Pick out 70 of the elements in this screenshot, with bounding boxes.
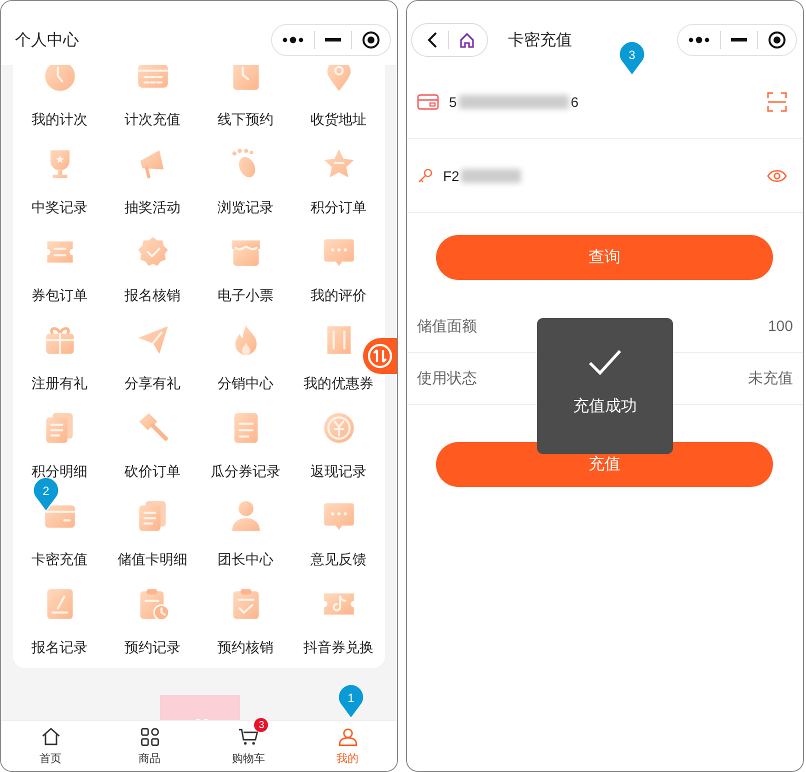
tab-bar-item[interactable]: 购物车 3	[199, 721, 298, 771]
info-label: 使用状态	[417, 369, 477, 388]
back-icon[interactable]	[426, 31, 438, 49]
menu-item-label[interactable]: 意见反馈	[310, 549, 366, 569]
tab-bar-item[interactable]: 商品	[100, 721, 199, 771]
menu-item-label[interactable]: 报名核销	[124, 285, 180, 305]
info-value: 100	[768, 318, 793, 335]
menu-item-label[interactable]: 分销中心	[218, 373, 274, 393]
menu-item-label[interactable]: 计次充值	[124, 109, 180, 129]
menu-item-label[interactable]: 报名记录	[32, 637, 88, 657]
menu-item-label[interactable]: 我的评价	[310, 285, 366, 305]
menu-item-label[interactable]: 砍价订单	[124, 461, 180, 481]
menu-item-label[interactable]: 电子小票	[218, 285, 274, 305]
page-title: 个人中心	[15, 30, 80, 50]
more-icon[interactable]	[688, 35, 710, 45]
menu-item-label[interactable]: 抖音券兑换	[304, 637, 374, 657]
person-icon	[336, 726, 358, 748]
menu-item-label[interactable]: 分享有礼	[124, 373, 180, 393]
close-icon[interactable]	[362, 31, 380, 49]
card-icon	[417, 94, 439, 110]
pin-number-label: 1	[346, 690, 356, 707]
cart-icon	[238, 726, 260, 748]
menu-item-label[interactable]: 瓜分券记录	[210, 461, 280, 481]
home-icon	[40, 726, 62, 748]
page-title: 卡密充值	[508, 30, 573, 50]
info-value: 未充值	[748, 369, 793, 388]
menu-item-label[interactable]: 卡密充值	[32, 549, 88, 569]
blurred-text	[461, 168, 522, 182]
menu-item-label[interactable]: 券包订单	[32, 285, 88, 305]
menu-item-label[interactable]: 预约核销	[218, 637, 274, 657]
annotation-pin-tooltip	[31, 476, 61, 512]
more-icon[interactable]	[282, 35, 304, 45]
menu-item-label[interactable]: 浏览记录	[218, 197, 274, 217]
minimize-icon[interactable]	[325, 38, 341, 42]
yen-coin-icon[interactable]	[322, 411, 356, 445]
toast-message: 充值成功	[573, 396, 637, 417]
menu-item-label[interactable]: 积分订单	[310, 197, 366, 217]
password-field[interactable]: F2	[443, 168, 757, 184]
clock-icon[interactable]	[42, 65, 76, 93]
menu-item-label[interactable]: 注册有礼	[32, 373, 88, 393]
menu-item-label[interactable]: 积分明细	[32, 461, 88, 481]
card-number-field[interactable]: 5 6	[449, 94, 757, 110]
home-icon[interactable]	[459, 32, 475, 48]
field-value: F2	[443, 168, 460, 184]
swap-icon	[367, 343, 393, 369]
menu-item-label[interactable]: 收货地址	[310, 109, 366, 129]
close-icon[interactable]	[768, 31, 786, 49]
menu-item-label[interactable]: 返现记录	[310, 461, 366, 481]
menu-item-label[interactable]: 线下预约	[218, 109, 274, 129]
field-value: 6	[570, 94, 579, 110]
menu-item-label[interactable]: 抽奖活动	[124, 197, 180, 217]
menu-item-label[interactable]: 我的计次	[32, 109, 88, 129]
menu-item-label[interactable]: 储值卡明细	[118, 549, 188, 569]
menu-item-label[interactable]: 团长中心	[218, 549, 274, 569]
key-icon	[417, 168, 433, 184]
badge-check-icon[interactable]	[136, 235, 170, 269]
eye-icon[interactable]	[767, 168, 787, 182]
tab-bar-item[interactable]: 首页	[1, 721, 100, 771]
info-label: 储值面额	[417, 317, 477, 336]
minimize-icon[interactable]	[731, 38, 747, 42]
pin-number-label: 2	[42, 483, 50, 500]
scan-icon[interactable]	[767, 92, 787, 112]
checkmark-icon	[587, 348, 623, 378]
menu-item-label[interactable]: 中奖记录	[32, 197, 88, 217]
grid-icon	[138, 726, 160, 748]
menu-item-label[interactable]: 我的优惠券	[304, 373, 374, 393]
pin-number-label: 3	[628, 47, 636, 64]
field-value: 5	[449, 94, 457, 110]
cart-count-badge: 3	[254, 718, 268, 732]
menu-item-label[interactable]: 预约记录	[124, 637, 180, 657]
